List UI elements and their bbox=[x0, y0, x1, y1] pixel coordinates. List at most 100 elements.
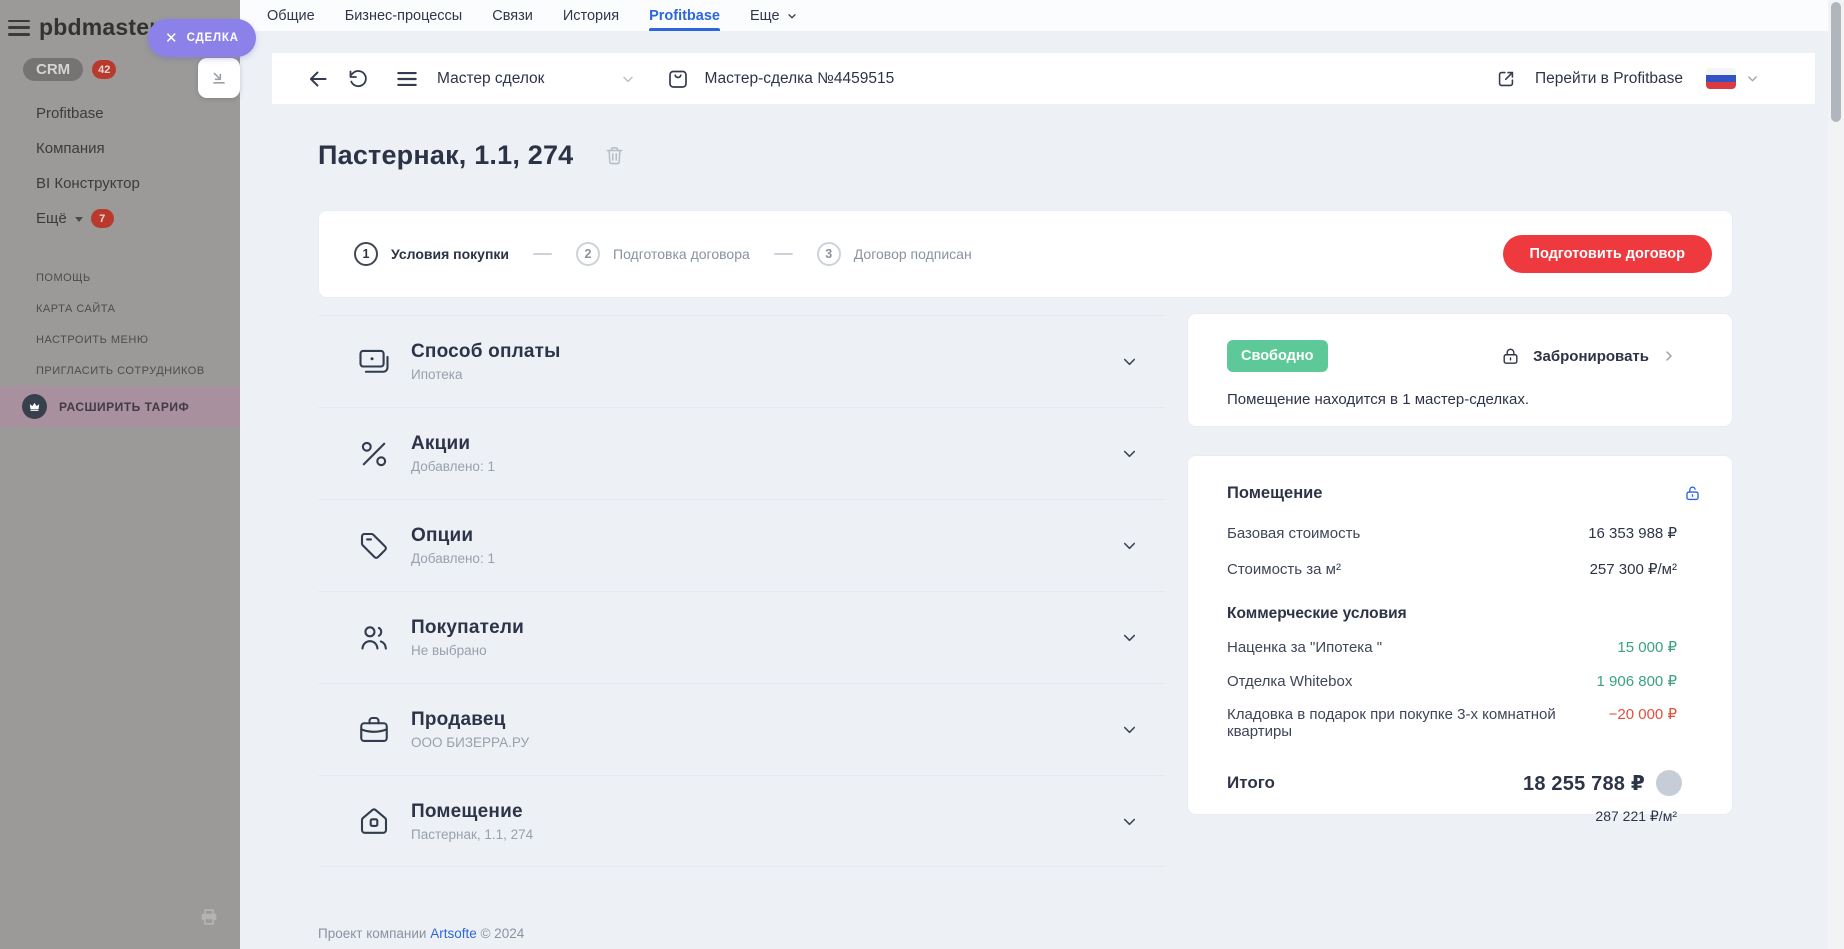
price-row: Стоимость за м² 257 300 ₽/м² bbox=[1188, 560, 1732, 578]
workspace-title: Мастер сделок bbox=[437, 70, 544, 88]
sidebar-menu-icon[interactable] bbox=[8, 20, 30, 36]
unit-status-card: Свободно Забронировать Помещение находит… bbox=[1187, 313, 1733, 427]
deal-tabs: Общие Бизнес-процессы Связи История Prof… bbox=[240, 0, 1828, 31]
tab-general[interactable]: Общие bbox=[267, 0, 315, 31]
step-purchase-terms: 1 Условия покупки bbox=[354, 242, 509, 266]
artsofte-link[interactable]: Artsofte bbox=[430, 926, 477, 941]
chevron-down-icon bbox=[786, 10, 798, 22]
sidebar-link-help[interactable]: ПОМОЩЬ bbox=[36, 262, 205, 293]
lock-icon bbox=[1500, 346, 1521, 367]
page-title: Пастернак, 1.1, 274 bbox=[318, 140, 573, 171]
chevron-down-icon[interactable] bbox=[1120, 536, 1139, 555]
crm-count-badge: 42 bbox=[92, 60, 116, 79]
main-area: Общие Бизнес-процессы Связи История Prof… bbox=[240, 0, 1828, 949]
chevron-right-icon bbox=[1661, 348, 1677, 364]
chevron-down-icon[interactable] bbox=[1120, 720, 1139, 739]
unit-pricing-card: Помещение Базовая стоимость 16 353 988 ₽… bbox=[1187, 455, 1733, 815]
tab-profitbase[interactable]: Profitbase bbox=[649, 0, 720, 31]
collapse-sidebar-button[interactable] bbox=[198, 58, 240, 98]
total-value: 18 255 788 ₽ bbox=[1523, 771, 1645, 796]
home-icon bbox=[356, 803, 394, 839]
sidebar-link-sitemap[interactable]: КАРТА САЙТА bbox=[36, 293, 205, 324]
language-chevron-down-icon[interactable] bbox=[1745, 71, 1760, 86]
right-panel: Свободно Забронировать Помещение находит… bbox=[1187, 313, 1733, 815]
undo-icon[interactable] bbox=[346, 67, 370, 91]
step-contract-preparation: 2 Подготовка договора bbox=[576, 242, 750, 266]
tab-business-processes[interactable]: Бизнес-процессы bbox=[345, 0, 463, 31]
commercial-row: Кладовка в подарок при покупке 3-х комна… bbox=[1188, 705, 1732, 740]
deal-number: Мастер-сделка №4459515 bbox=[704, 70, 894, 88]
deal-pill-label: СДЕЛКА bbox=[187, 32, 239, 44]
commercial-row: Отделка Whitebox 1 906 800 ₽ bbox=[1188, 672, 1732, 690]
sidebar-item-bi-constructor[interactable]: BI Конструктор bbox=[36, 166, 140, 201]
chevron-down-icon[interactable] bbox=[1120, 352, 1139, 371]
deal-stepper-card: 1 Условия покупки 2 Подготовка договора … bbox=[318, 210, 1733, 298]
topbar-right: Перейти в Profitbase bbox=[1495, 68, 1760, 90]
payment-icon bbox=[356, 344, 394, 380]
section-payment-method[interactable]: Способ оплаты Ипотека bbox=[318, 315, 1165, 407]
more-count-badge: 7 bbox=[91, 209, 114, 228]
percent-icon bbox=[356, 436, 394, 472]
total-label: Итого bbox=[1227, 773, 1275, 793]
deal-pill: ✕ СДЕЛКА bbox=[148, 19, 256, 57]
deal-sections: Способ оплаты Ипотека Акции Добавлено: 1 bbox=[318, 315, 1165, 867]
step-divider bbox=[774, 253, 793, 255]
chevron-down-icon[interactable] bbox=[1120, 444, 1139, 463]
sidebar-item-crm[interactable]: CRM bbox=[23, 58, 83, 81]
external-link-icon bbox=[1495, 68, 1517, 90]
step-contract-signed: 3 Договор подписан bbox=[817, 242, 972, 266]
workspace-chevron-down-icon[interactable] bbox=[620, 71, 636, 87]
sidebar-item-company[interactable]: Компания bbox=[36, 131, 140, 166]
chevron-down-icon[interactable] bbox=[1120, 628, 1139, 647]
sidebar: pbdmaster CRM 42 Profitbase Компания BI … bbox=[0, 0, 240, 949]
master-deal-icon bbox=[666, 67, 690, 91]
upgrade-plan-button[interactable]: РАСШИРИТЬ ТАРИФ bbox=[0, 386, 240, 427]
russia-flag-icon bbox=[1706, 68, 1736, 89]
footer: Проект компании Artsofte © 2024 bbox=[318, 926, 524, 941]
scrollbar-thumb[interactable] bbox=[1831, 2, 1841, 122]
sidebar-link-configure-menu[interactable]: НАСТРОИТЬ МЕНЮ bbox=[36, 324, 205, 355]
delete-deal-icon[interactable] bbox=[603, 144, 626, 167]
tab-relations[interactable]: Связи bbox=[492, 0, 533, 31]
tab-more[interactable]: Еще bbox=[750, 0, 798, 31]
sidebar-item-profitbase[interactable]: Profitbase bbox=[36, 96, 140, 131]
section-buyers[interactable]: Покупатели Не выбрано bbox=[318, 591, 1165, 683]
deals-menu-icon[interactable] bbox=[394, 66, 420, 92]
app-screen: Общие Бизнес-процессы Связи История Prof… bbox=[0, 0, 1844, 949]
commercial-terms-title: Коммерческие условия bbox=[1188, 605, 1732, 623]
prepare-contract-button[interactable]: Подготовить договор bbox=[1503, 235, 1712, 273]
crown-icon bbox=[22, 394, 47, 419]
close-icon[interactable]: ✕ bbox=[165, 31, 178, 46]
step-divider bbox=[533, 253, 552, 255]
briefcase-icon bbox=[356, 712, 394, 748]
status-badge: Свободно bbox=[1227, 340, 1328, 372]
scrollbar-track[interactable] bbox=[1828, 0, 1844, 949]
sidebar-link-invite-employees[interactable]: ПРИГЛАСИТЬ СОТРУДНИКОВ bbox=[36, 355, 205, 386]
status-note: Помещение находится в 1 мастер-сделках. bbox=[1227, 391, 1677, 408]
price-row: Базовая стоимость 16 353 988 ₽ bbox=[1188, 524, 1732, 542]
tag-icon bbox=[356, 528, 394, 564]
goto-profitbase-link[interactable]: Перейти в Profitbase bbox=[1535, 70, 1683, 88]
section-promotions[interactable]: Акции Добавлено: 1 bbox=[318, 407, 1165, 499]
total-per-m2: 287 221 ₽/м² bbox=[1188, 808, 1732, 825]
chevron-down-icon bbox=[75, 217, 83, 222]
sidebar-nav: Profitbase Компания BI Конструктор Ещё 7 bbox=[36, 96, 140, 236]
sidebar-links: ПОМОЩЬ КАРТА САЙТА НАСТРОИТЬ МЕНЮ ПРИГЛА… bbox=[36, 262, 205, 386]
deal-topbar: Мастер сделок Мастер-сделка №4459515 Пер… bbox=[272, 53, 1815, 104]
lock-open-icon[interactable] bbox=[1683, 484, 1702, 503]
app-logo: pbdmaster bbox=[39, 14, 158, 41]
printer-icon[interactable] bbox=[198, 906, 220, 928]
sidebar-item-more[interactable]: Ещё 7 bbox=[36, 201, 140, 236]
info-dot-icon[interactable] bbox=[1656, 770, 1682, 796]
section-options[interactable]: Опции Добавлено: 1 bbox=[318, 499, 1165, 591]
section-seller[interactable]: Продавец ООО БИЗЕРРА.РУ bbox=[318, 683, 1165, 775]
page-title-row: Пастернак, 1.1, 274 bbox=[318, 140, 626, 171]
tab-history[interactable]: История bbox=[563, 0, 619, 31]
back-button[interactable] bbox=[305, 66, 331, 92]
people-icon bbox=[356, 620, 394, 656]
reserve-button[interactable]: Забронировать bbox=[1500, 346, 1677, 367]
section-unit[interactable]: Помещение Пастернак, 1.1, 274 bbox=[318, 775, 1165, 867]
commercial-row: Наценка за "Ипотека " 15 000 ₽ bbox=[1188, 638, 1732, 656]
total-row: Итого 18 255 788 ₽ bbox=[1188, 770, 1732, 796]
chevron-down-icon[interactable] bbox=[1120, 812, 1139, 831]
